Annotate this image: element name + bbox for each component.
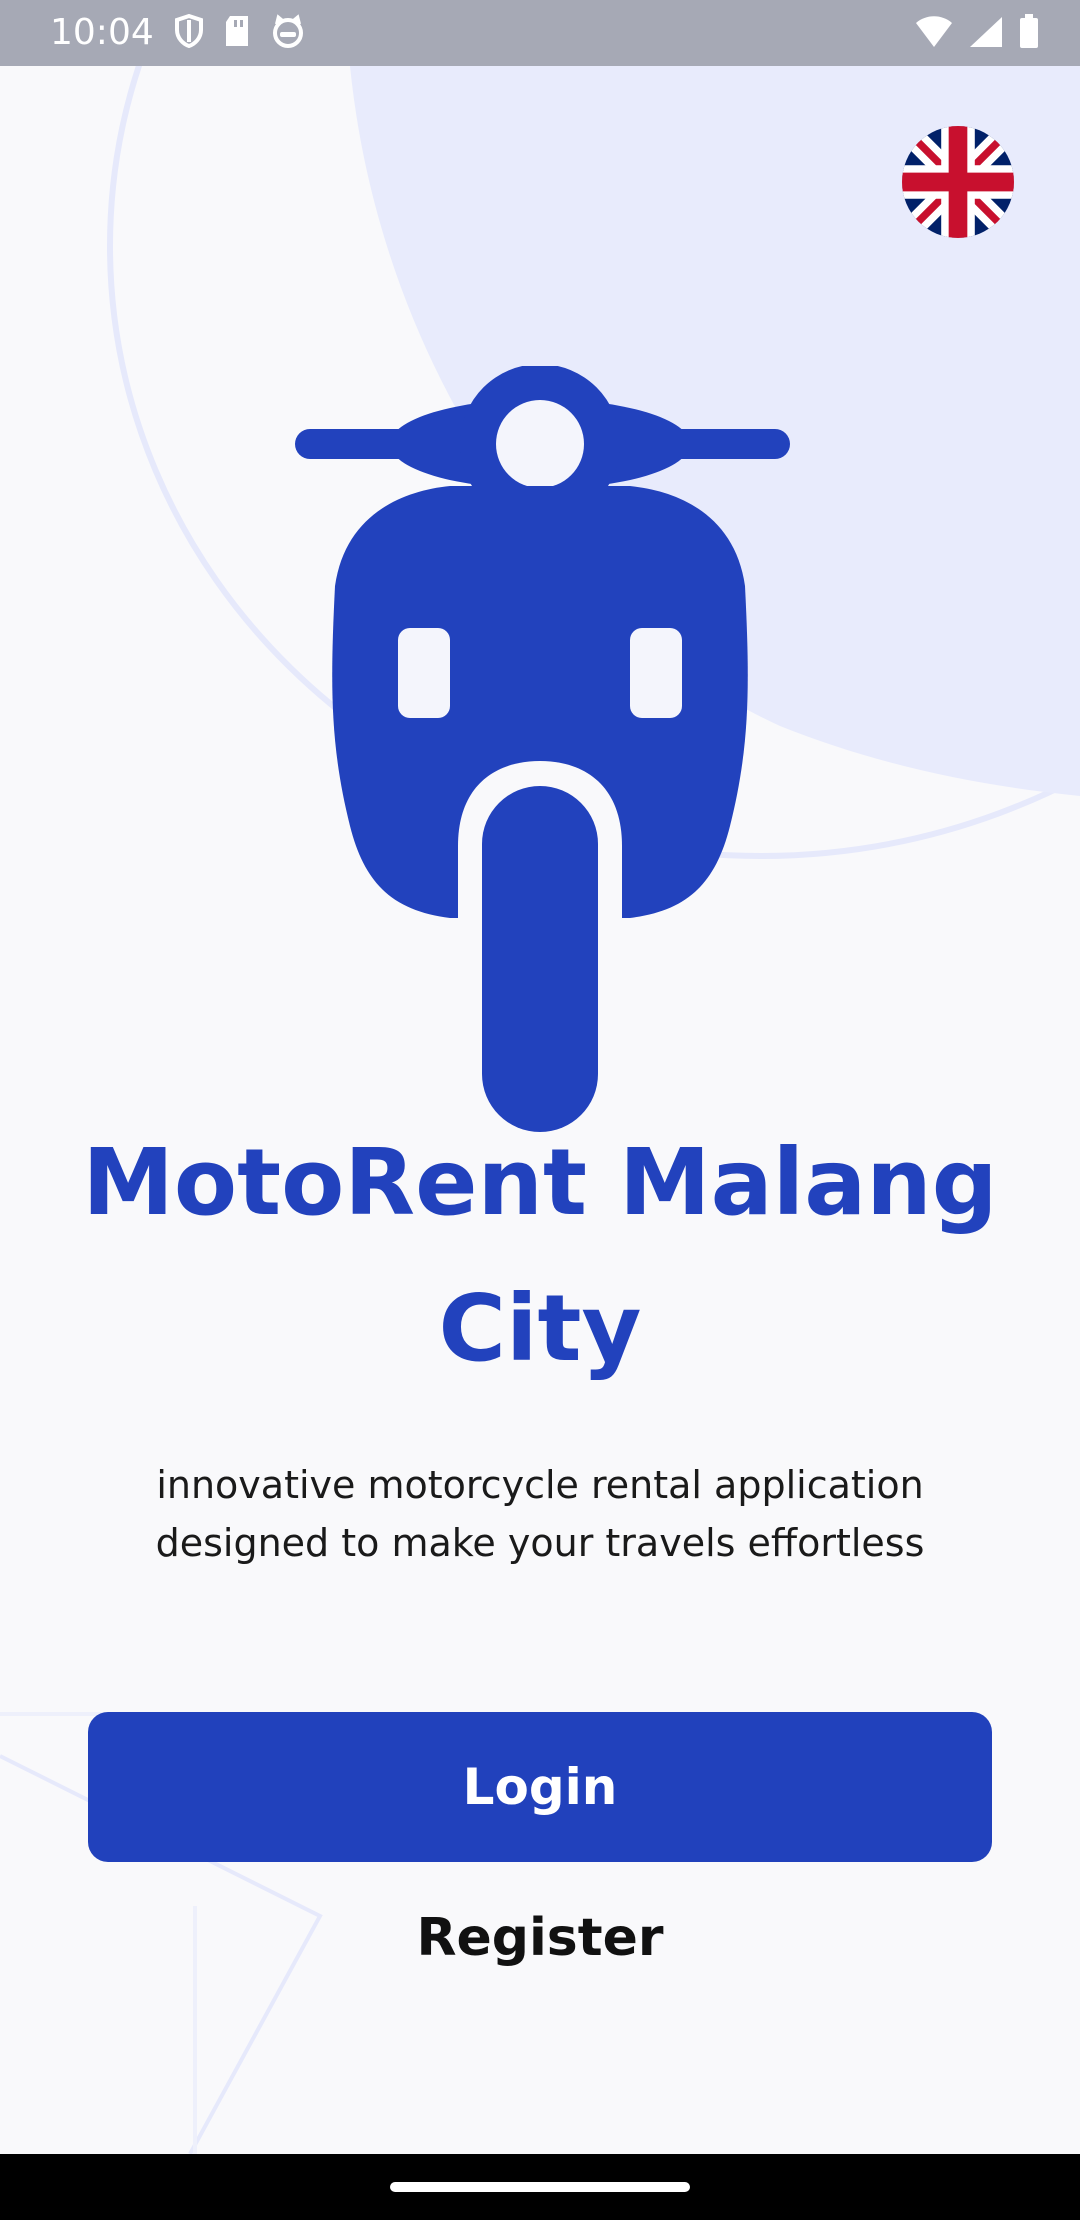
status-bar: 10:04 (0, 0, 1080, 66)
navigation-bar (0, 2154, 1080, 2220)
app-title: MotoRent Malang City (82, 1129, 998, 1382)
status-time: 10:04 (50, 12, 154, 53)
battery-icon (1020, 14, 1038, 48)
app-subtitle: innovative motorcycle rental application… (155, 1463, 925, 1565)
signal-icon (970, 17, 1002, 47)
language-flag-button[interactable] (902, 126, 1014, 238)
sd-card-icon (226, 16, 248, 46)
login-button[interactable]: Login (88, 1712, 992, 1862)
shield-icon (175, 14, 203, 48)
background-decoration: MotoRent Malang City innovative motorcyc… (0, 66, 1080, 2154)
status-icons-right (914, 14, 1040, 50)
status-icons-left (174, 14, 306, 48)
register-button[interactable]: Register (340, 1898, 740, 1978)
wifi-icon (916, 16, 952, 47)
cat-icon (273, 14, 303, 48)
home-gesture-handle[interactable] (390, 2182, 690, 2192)
uk-flag-icon (902, 126, 1014, 238)
scooter-icon (295, 366, 790, 1136)
